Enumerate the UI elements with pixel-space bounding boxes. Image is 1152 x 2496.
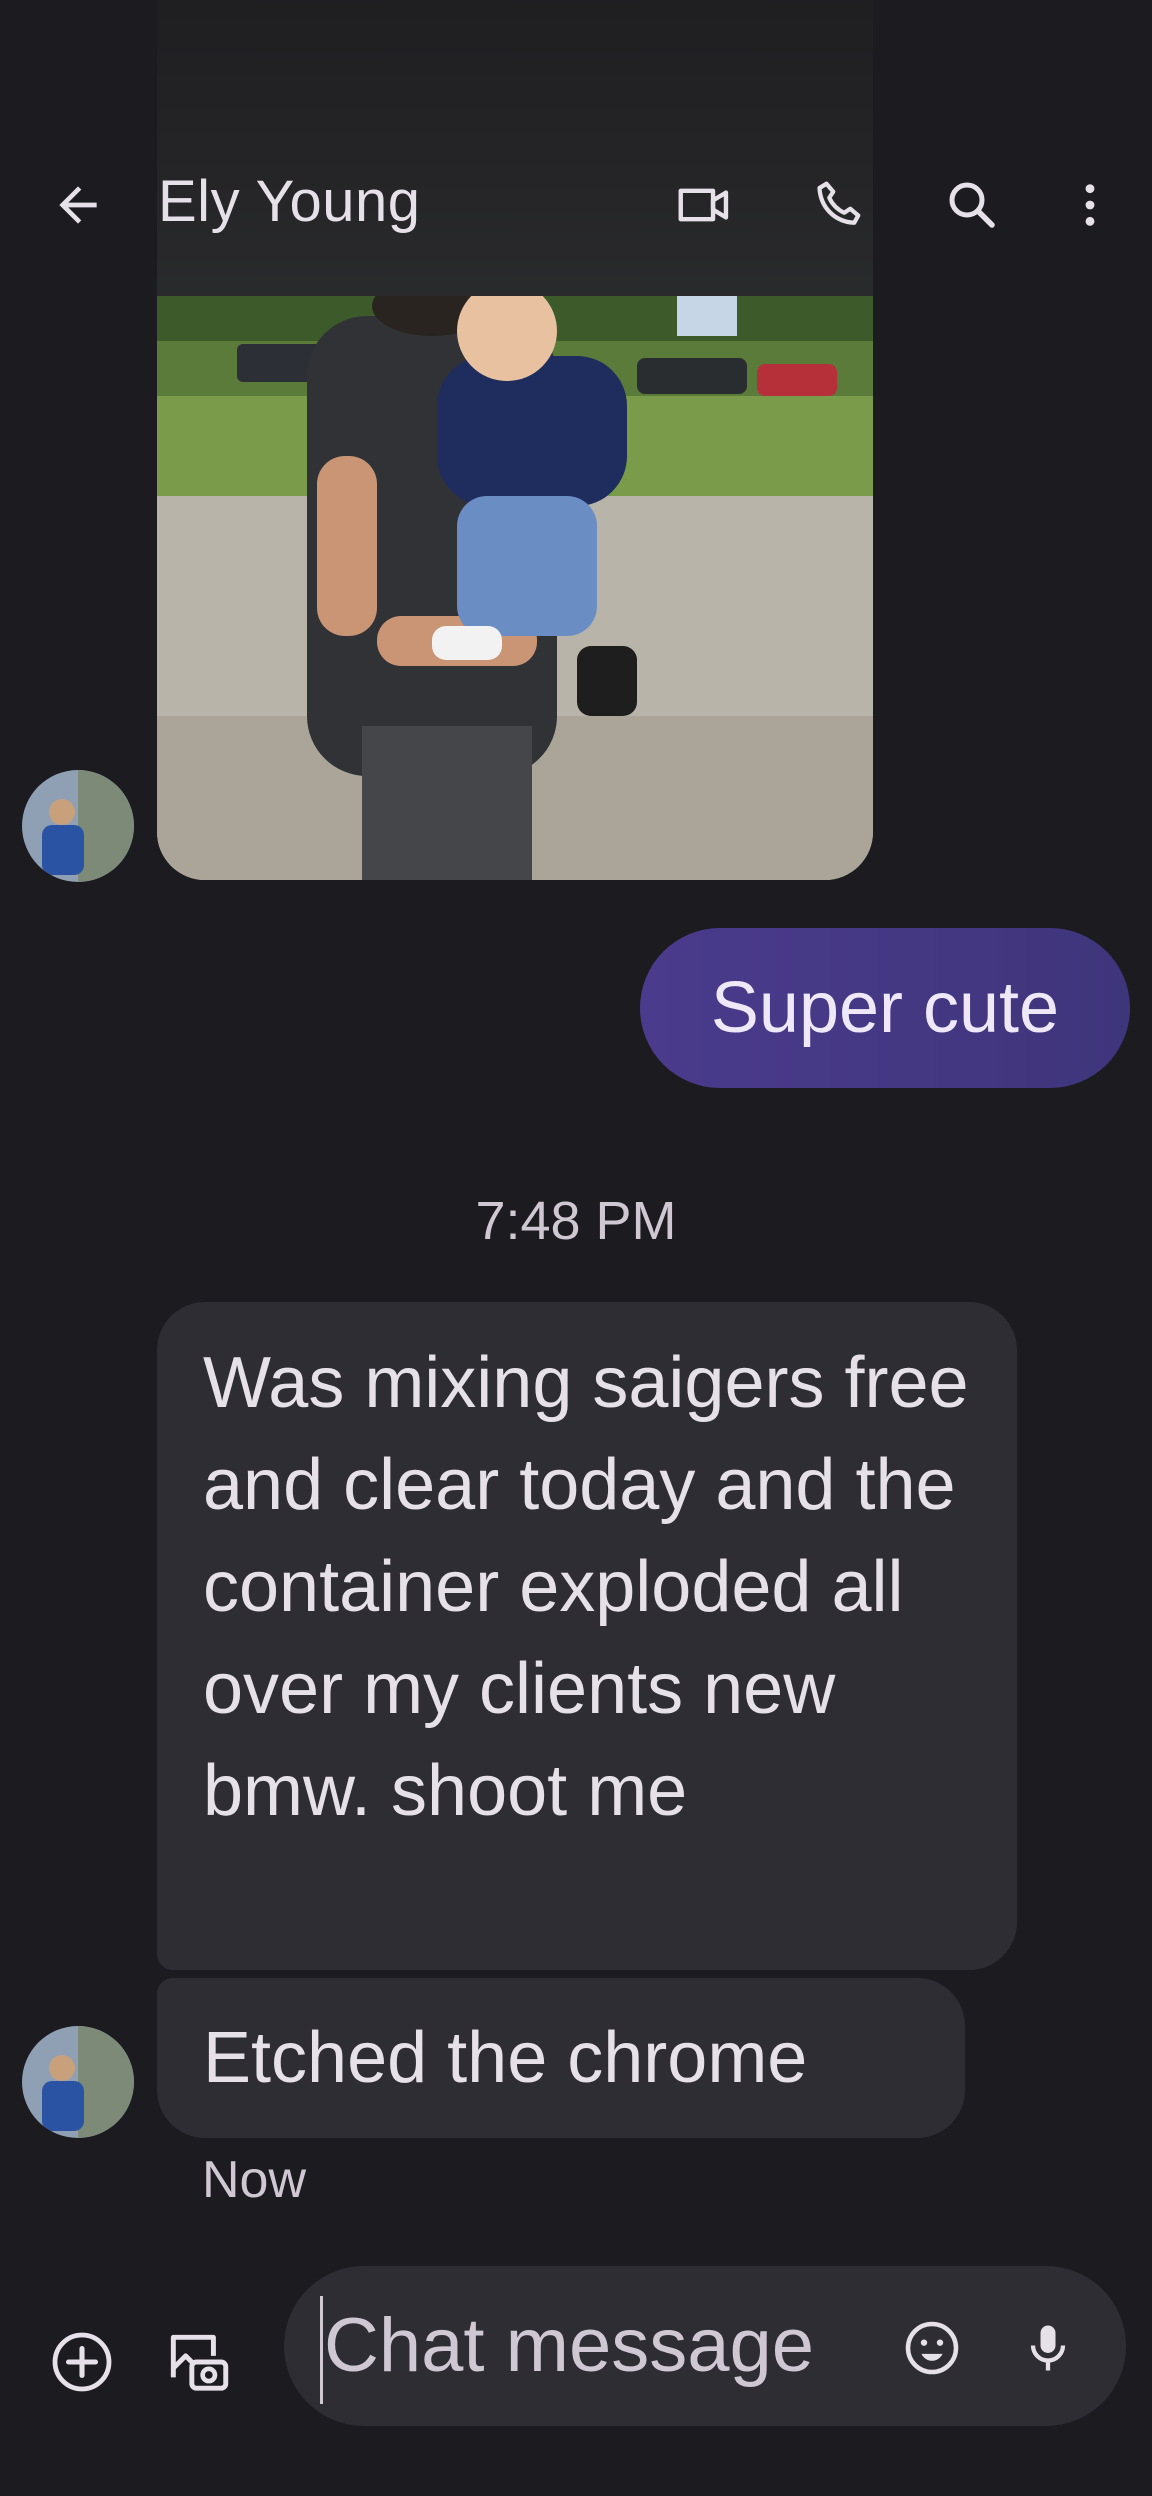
- outgoing-message-bubble[interactable]: Super cute: [640, 928, 1130, 1088]
- add-attachment-button[interactable]: [42, 2322, 122, 2402]
- incoming-message-bubble[interactable]: Etched the chrome: [157, 1978, 965, 2138]
- photo-overflow: [157, 0, 873, 296]
- app-header: Ely Young: [0, 0, 1152, 300]
- search-button[interactable]: [932, 165, 1012, 245]
- add-circle-icon: [52, 2332, 112, 2392]
- message-timestamp: 7:48 PM: [475, 1191, 677, 1251]
- emoji-button[interactable]: [892, 2308, 972, 2388]
- emoji-icon: [905, 2321, 959, 2375]
- phone-icon: [817, 181, 861, 225]
- phone-call-button[interactable]: [800, 165, 880, 245]
- more-options-button[interactable]: [1050, 165, 1130, 245]
- message-text: Etched the chrome: [203, 2018, 808, 2098]
- message-composer[interactable]: Chat message: [284, 2266, 1126, 2426]
- photo-man-holding-baby: [157, 296, 873, 880]
- avatar-image: [22, 2026, 134, 2138]
- more-vert-icon: [1085, 184, 1095, 226]
- incoming-message-bubble[interactable]: Was mixing saigers free and clear today …: [157, 1302, 1017, 1970]
- gallery-camera-icon: [170, 2334, 229, 2391]
- video-call-icon: [678, 188, 729, 222]
- gallery-button[interactable]: [158, 2322, 238, 2402]
- delivery-status: Now: [202, 2151, 307, 2209]
- text-cursor: [320, 2296, 323, 2404]
- video-call-button[interactable]: [664, 165, 744, 245]
- image-message[interactable]: [157, 296, 873, 880]
- arrow-left-icon: [59, 186, 97, 224]
- avatar-image: [22, 770, 134, 882]
- contact-name[interactable]: Ely Young: [158, 168, 421, 235]
- mic-icon: [1030, 2325, 1066, 2371]
- search-icon: [949, 182, 995, 228]
- contact-avatar[interactable]: [22, 2026, 134, 2138]
- contact-avatar[interactable]: [22, 770, 134, 882]
- voice-input-button[interactable]: [1008, 2308, 1088, 2388]
- back-button[interactable]: [38, 165, 118, 245]
- message-input[interactable]: Chat message: [324, 2302, 814, 2389]
